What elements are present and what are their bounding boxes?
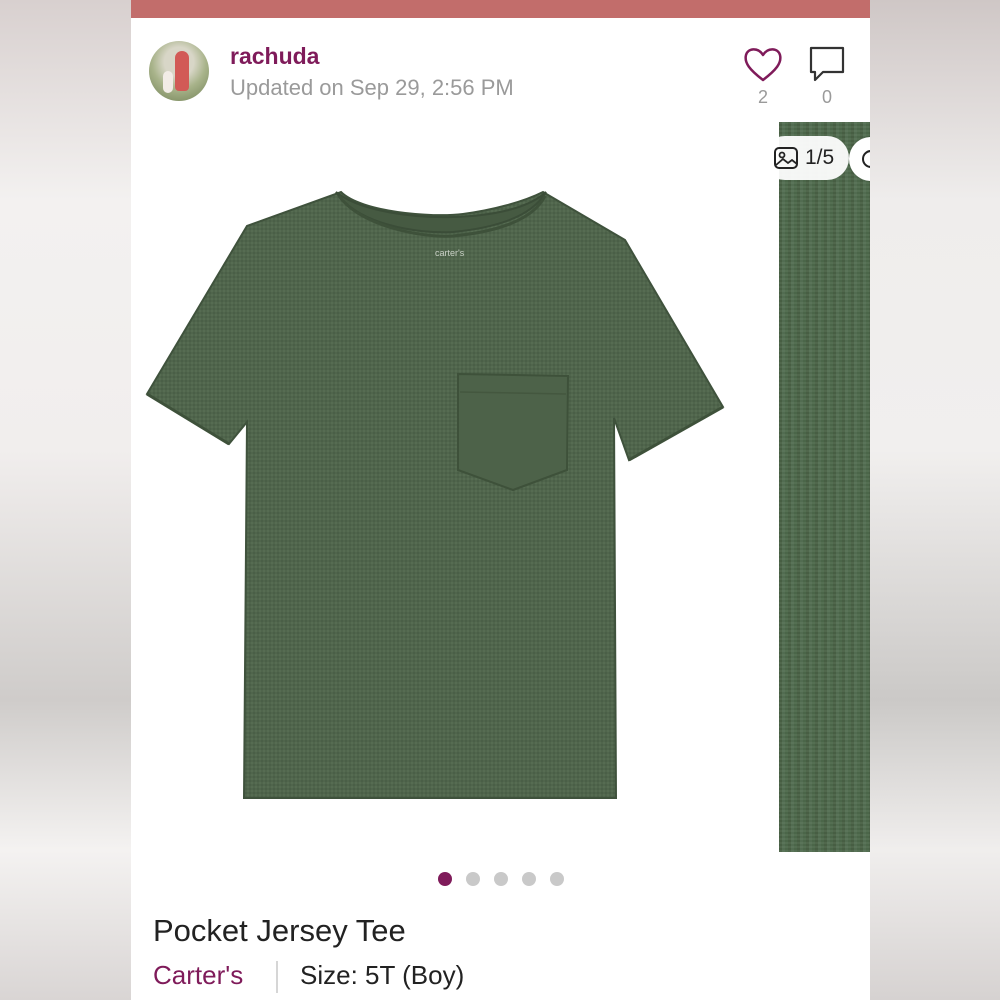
carousel-dot[interactable] xyxy=(521,872,536,886)
comment-icon xyxy=(809,46,845,82)
listing-header: rachuda Updated on Sep 29, 2:56 PM 2 0 xyxy=(131,36,870,116)
heart-icon xyxy=(744,48,782,82)
username[interactable]: rachuda xyxy=(230,43,319,70)
photo-counter[interactable]: 1/5 xyxy=(763,136,849,180)
listing-title: Pocket Jersey Tee xyxy=(153,913,406,948)
carousel-dots xyxy=(131,872,870,892)
background-left-blur xyxy=(0,0,131,1000)
carousel-dot[interactable] xyxy=(465,872,480,886)
photo-counter-text: 1/5 xyxy=(805,146,835,169)
carousel-dot[interactable] xyxy=(493,872,508,886)
avatar-figure-small xyxy=(163,71,173,93)
comment-button[interactable] xyxy=(807,44,847,86)
size-label: Size: 5T (Boy) xyxy=(300,960,465,990)
comment-count: 0 xyxy=(821,87,832,107)
avatar-figure xyxy=(175,51,189,91)
divider xyxy=(276,961,278,993)
shirt-tag-text: carter's xyxy=(435,248,465,258)
tshirt-image: carter's xyxy=(145,190,725,799)
listing-screen: rachuda Updated on Sep 29, 2:56 PM 2 0 c… xyxy=(131,0,870,1000)
top-bar xyxy=(131,0,870,18)
circle-icon xyxy=(862,150,870,168)
like-count: 2 xyxy=(757,87,768,107)
product-photo[interactable]: carter's xyxy=(131,122,761,852)
like-button[interactable] xyxy=(742,44,784,86)
carousel-dot[interactable] xyxy=(549,872,564,886)
background-right-blur xyxy=(870,0,1000,1000)
next-photo-preview[interactable] xyxy=(779,122,870,852)
image-icon xyxy=(774,147,798,169)
avatar[interactable] xyxy=(149,41,209,101)
carousel-dot[interactable] xyxy=(437,872,452,886)
brand-link[interactable]: Carter's xyxy=(153,960,243,991)
updated-timestamp: Updated on Sep 29, 2:56 PM xyxy=(230,75,514,100)
